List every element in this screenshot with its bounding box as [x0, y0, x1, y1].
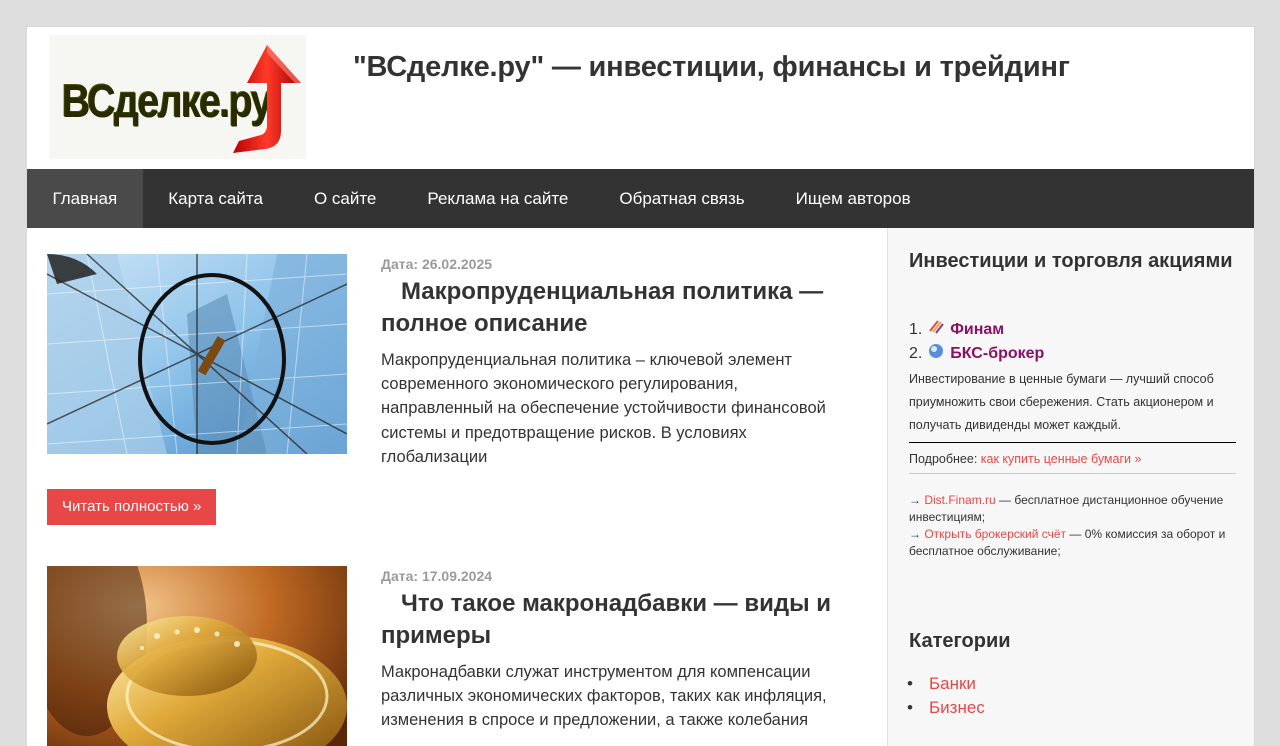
post-excerpt: Макропруденциальная политика – ключевой …	[381, 351, 826, 466]
post-title[interactable]: Макропруденциальная политика — полное оп…	[381, 276, 851, 340]
post-date: Дата: 26.02.2025	[381, 256, 493, 272]
nav-item-feedback[interactable]: Обратная связь	[594, 169, 770, 228]
site-logo[interactable]: ВСделке.ру	[49, 35, 306, 159]
list-item: Бизнес	[907, 696, 985, 720]
post-item: Дата: 17.09.2024 Что такое макронадбавки…	[47, 566, 867, 746]
main-navigation: Главная Карта сайта О сайте Реклама на с…	[27, 169, 1254, 228]
post-title[interactable]: Что такое макронадбавки — виды и примеры	[381, 588, 851, 652]
glass-building-image	[47, 254, 347, 454]
category-link-banks[interactable]: Банки	[929, 674, 976, 693]
broker-list: 1. Финам 2. БКС-брокер	[909, 318, 1044, 366]
open-brokerage-account-link[interactable]: Открыть брокерский счёт	[924, 527, 1066, 541]
promo-item: → Открыть брокерский счёт — 0% комиссия …	[909, 527, 1226, 558]
category-list: Банки Бизнес	[907, 672, 985, 720]
nav-item-about[interactable]: О сайте	[288, 169, 401, 228]
post-excerpt: Макронадбавки служат инструментом для ко…	[381, 663, 827, 730]
widget-title-categories: Категории	[909, 630, 1011, 652]
post-thumbnail[interactable]	[47, 254, 347, 454]
finam-logo-icon	[929, 320, 944, 334]
bcs-broker-link[interactable]: БКС-брокер	[950, 345, 1044, 362]
site-header: ВСделке.ру "ВСделке.ру" — инвестиции, фи…	[27, 27, 1254, 169]
list-item: 1. Финам	[909, 320, 1005, 338]
sidebar: Инвестиции и торговля акциями 1. Финам 2…	[887, 228, 1254, 746]
invest-description: Инвестирование в ценные бумаги — лучший …	[909, 372, 1214, 432]
more-info: Подробнее: как купить ценные бумаги »	[909, 452, 1142, 466]
divider	[909, 442, 1236, 443]
list-item: Банки	[907, 672, 985, 696]
post-item: Дата: 26.02.2025 Макропруденциальная пол…	[47, 254, 867, 554]
site-title: "ВСделке.ру" — инвестиции, финансы и тре…	[353, 51, 1070, 83]
finam-link[interactable]: Финам	[950, 321, 1004, 338]
nav-item-authors-wanted[interactable]: Ищем авторов	[770, 169, 936, 228]
read-more-button[interactable]: Читать полностью »	[47, 489, 217, 525]
promo-block: → Dist.Finam.ru — бесплатное дистанционн…	[909, 492, 1239, 560]
list-item: 2. БКС-брокер	[909, 344, 1045, 362]
promo-item: → Dist.Finam.ru — бесплатное дистанционн…	[909, 493, 1224, 524]
red-arrow-icon	[233, 45, 301, 153]
nav-item-advertising[interactable]: Реклама на сайте	[402, 169, 594, 228]
how-to-buy-securities-link[interactable]: как купить ценные бумаги »	[981, 452, 1142, 466]
gold-coins-image	[47, 566, 347, 746]
divider	[909, 473, 1236, 474]
dist-finam-link[interactable]: Dist.Finam.ru	[924, 493, 995, 507]
post-date: Дата: 17.09.2024	[381, 568, 493, 584]
category-link-business[interactable]: Бизнес	[929, 698, 985, 717]
nav-item-sitemap[interactable]: Карта сайта	[143, 169, 289, 228]
page-container: ВСделке.ру "ВСделке.ру" — инвестиции, фи…	[26, 26, 1255, 746]
main-content: Дата: 26.02.2025 Макропруденциальная пол…	[27, 228, 887, 746]
widget-title-investments: Инвестиции и торговля акциями	[909, 250, 1233, 272]
nav-item-home[interactable]: Главная	[27, 169, 143, 228]
post-thumbnail[interactable]	[47, 566, 347, 746]
bcs-logo-icon	[928, 344, 943, 358]
